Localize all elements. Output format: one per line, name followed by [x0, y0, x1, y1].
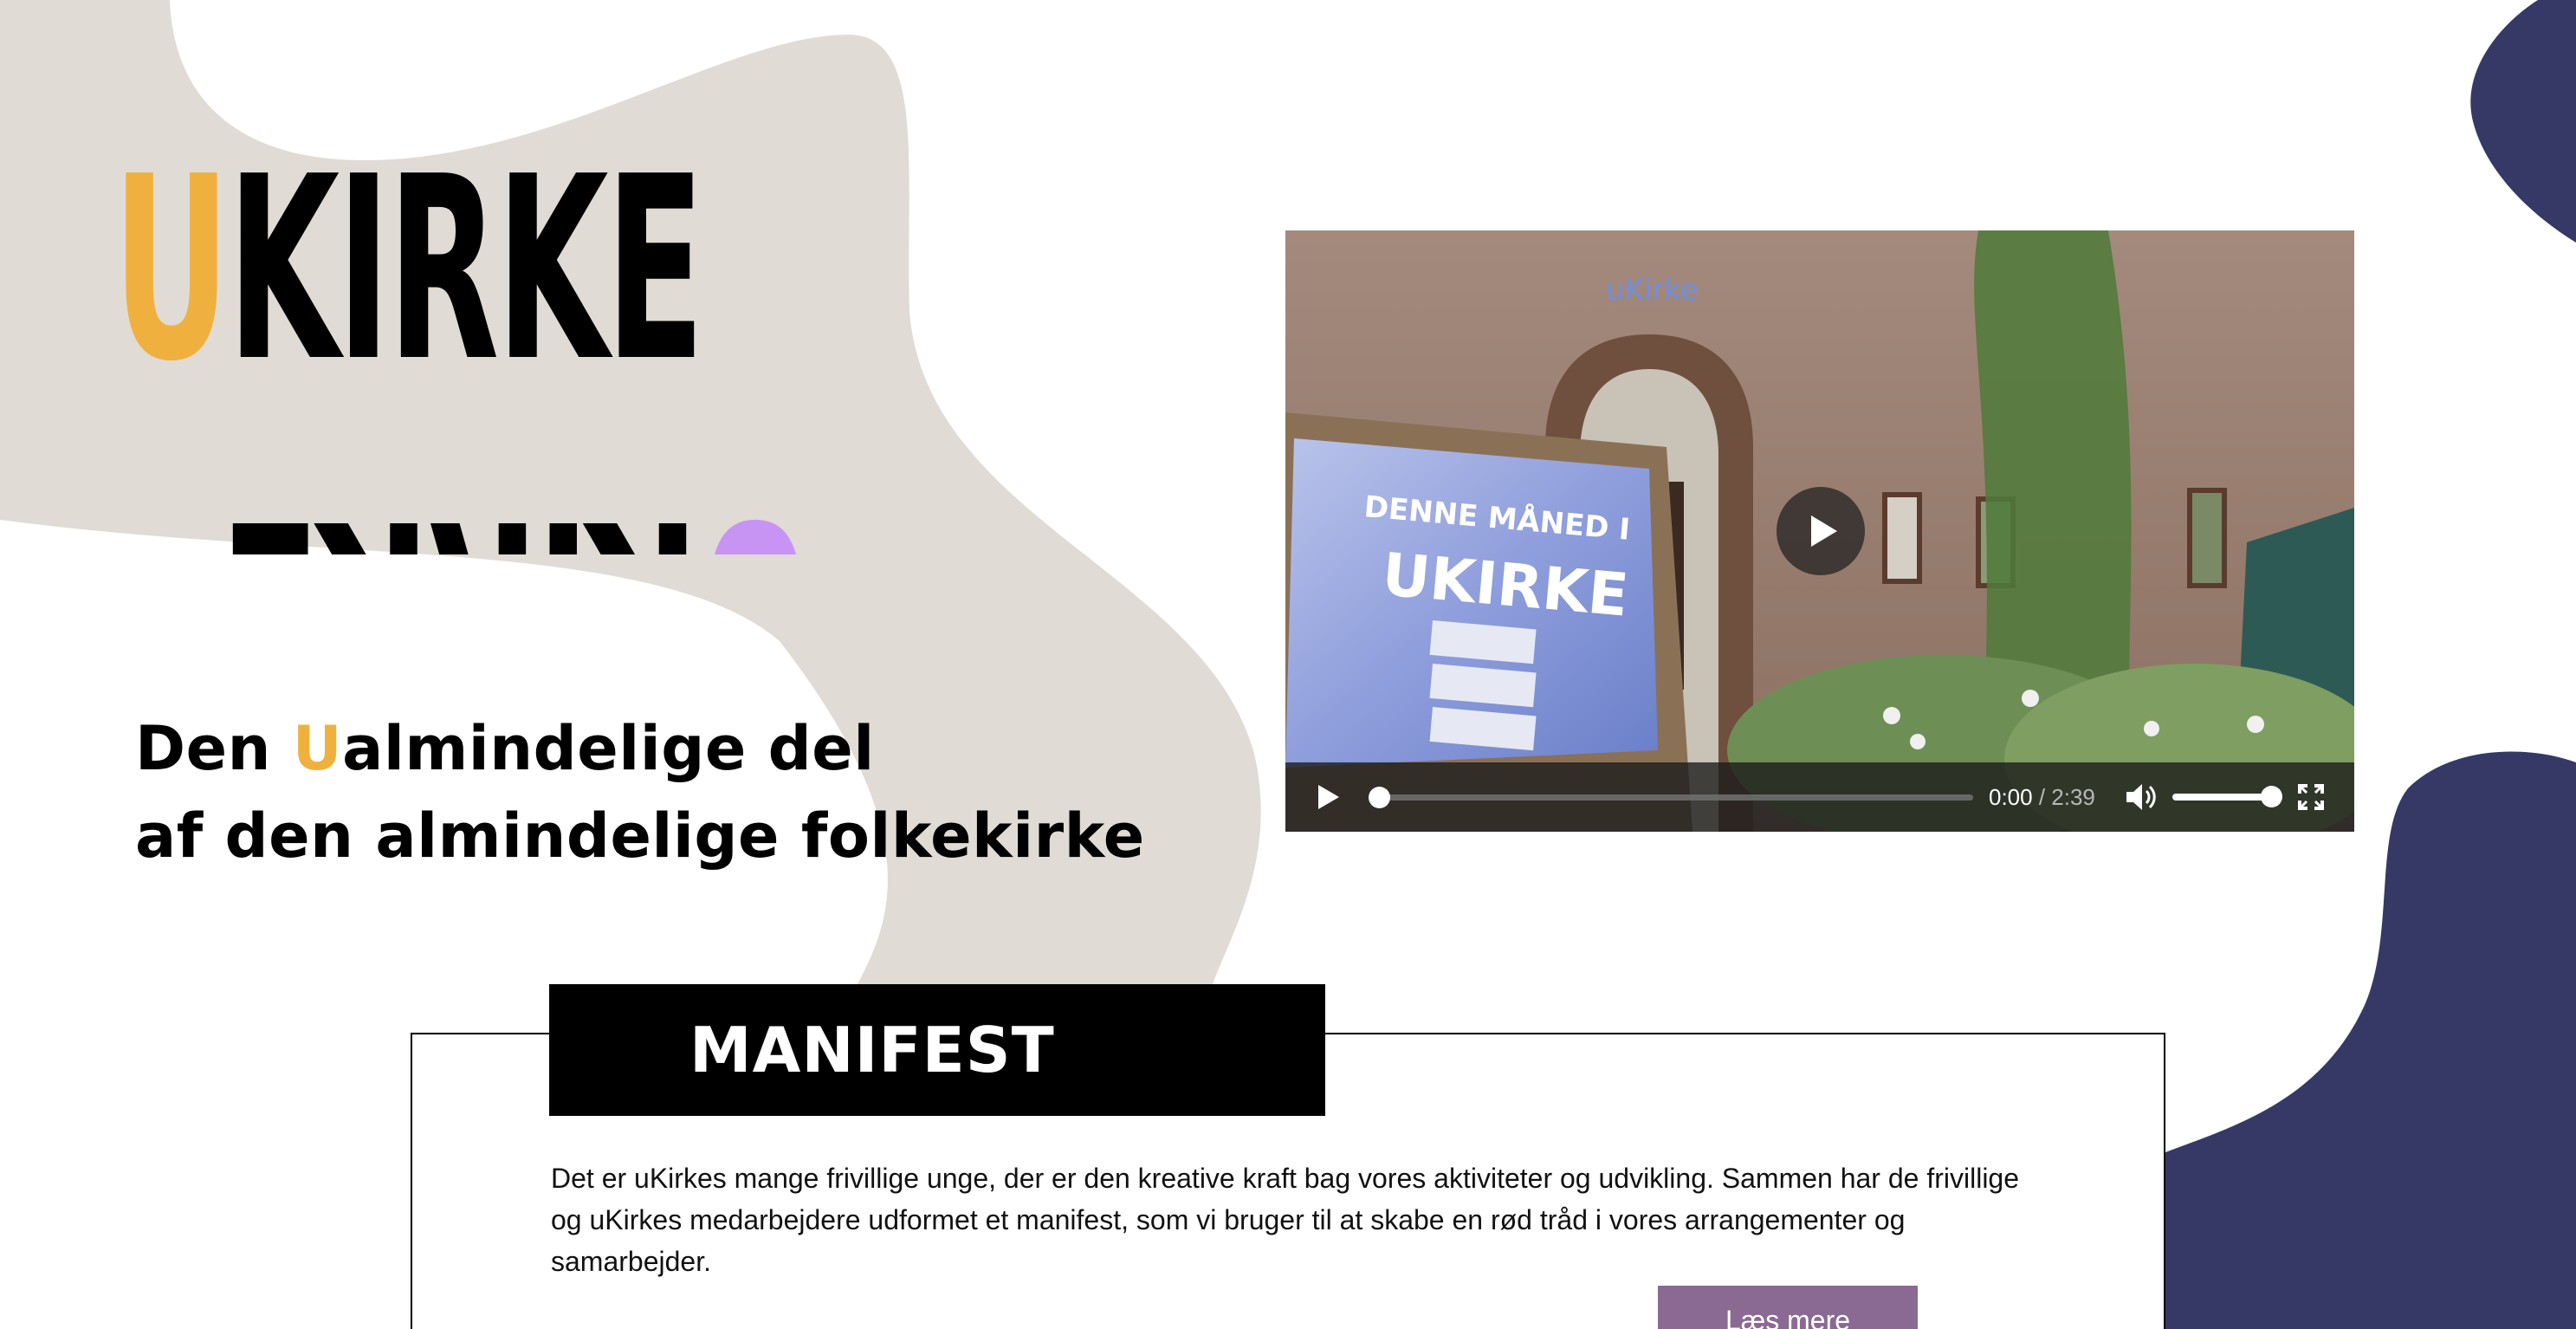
tagline-accent-u: U [292, 713, 343, 784]
current-time: 0:00 [1989, 784, 2033, 810]
logo-mirrored: UKIRKE [225, 464, 814, 554]
logo-bottom-u: U [700, 464, 814, 554]
time-display: 0:00 / 2:39 [1989, 782, 2095, 812]
navy-blob-bottom [2165, 751, 2576, 1329]
page: UKIRKE UKIRKE Den Ualmindelige del af de… [0, 0, 2576, 1329]
logo-top-kirke: KIRKE [227, 165, 702, 417]
volume-handle[interactable] [2260, 786, 2282, 807]
large-play-button[interactable] [1777, 487, 1865, 575]
tagline-line-2: af den almindelige folkekirke [135, 801, 1145, 872]
tagline: Den Ualmindelige del af den almindelige … [135, 705, 1145, 880]
duration: 2:39 [2051, 784, 2095, 810]
navy-blob-top [2470, 0, 2576, 243]
building-sign: uKirke [1606, 273, 1699, 308]
logo-top-u: U [113, 165, 227, 417]
seek-handle[interactable] [1368, 787, 1390, 808]
volume-icon[interactable] [2124, 781, 2157, 813]
manifest-title: MANIFEST [689, 1014, 1055, 1086]
fullscreen-icon[interactable] [2297, 783, 2325, 811]
tagline-prefix: Den [135, 713, 293, 784]
play-icon[interactable] [1315, 783, 1343, 811]
ukirke-logo: UKIRKE UKIRKE [113, 165, 814, 554]
manifest-body: Det er uKirkes mange frivillige unge, de… [551, 1163, 2020, 1277]
manifest-label: MANIFEST [549, 984, 1325, 1116]
logo-bottom-kirke: KIRKE [225, 464, 700, 554]
time-separator: / [2032, 784, 2052, 810]
svg-text:UKIRKE: UKIRKE [113, 165, 702, 417]
read-more-button[interactable]: Læs mere [1658, 1286, 1918, 1329]
svg-text:UKIRKE: UKIRKE [225, 464, 814, 554]
video-controls: 0:00 / 2:39 [1285, 762, 2354, 832]
volume-slider[interactable] [2172, 794, 2269, 801]
video-player[interactable]: uKirke DENNE MÅNED I UKIRKE 0:00 / 2:39 [1285, 230, 2354, 832]
tagline-line-1: Den Ualmindelige del [135, 705, 1145, 793]
tagline-suffix: almindelige del [342, 713, 875, 784]
seek-bar[interactable] [1377, 794, 1973, 801]
